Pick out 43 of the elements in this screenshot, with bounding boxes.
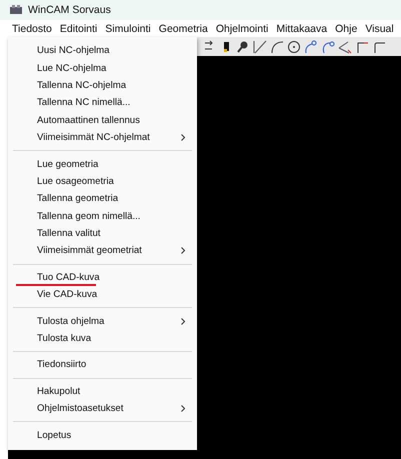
corner-icon[interactable] [355, 40, 369, 54]
chevron-icon [181, 247, 185, 254]
menu-entry[interactable]: Tiedonsiirto [8, 356, 197, 374]
menu-entry[interactable]: Viimeisimmät geometriat [8, 242, 197, 260]
angle-icon[interactable] [338, 40, 352, 54]
menu-entry[interactable]: Lue geometria [8, 155, 197, 173]
menu-entry[interactable]: Tuo CAD-kuva [8, 268, 197, 286]
menu-entry[interactable]: Lue osageometria [8, 172, 197, 190]
chevron-icon [181, 405, 185, 412]
menu-entry[interactable]: Uusi NC-ohjelma [8, 42, 197, 60]
menu-entry[interactable]: Viimeisimmät NC-ohjelmat [8, 128, 197, 146]
menu-item[interactable]: Geometria [154, 22, 212, 34]
circle-icon[interactable] [287, 40, 301, 54]
menu-entry[interactable]: Ohjelmistoasetukset [8, 400, 197, 418]
menu-entry[interactable]: Tallenna geom nimellä... [8, 208, 197, 225]
corner-icon[interactable] [372, 40, 386, 54]
menu-entry[interactable]: Hakupolut [8, 382, 197, 400]
chevron-icon [181, 318, 185, 325]
menu-item[interactable]: Tiedosto [8, 22, 56, 34]
menu-entry[interactable]: Tulosta ohjelma [8, 312, 197, 330]
menu-item[interactable]: Ohje [331, 22, 362, 34]
key-icon[interactable] [236, 40, 250, 54]
menu-entry[interactable]: Tallenna NC-ohjelma [8, 76, 197, 94]
menu-entry[interactable]: Tallenna geometria [8, 190, 197, 208]
window-title: WinCAM Sorvaus [28, 4, 111, 16]
menu-entry[interactable]: Automaattinen tallennus [8, 112, 197, 129]
line-icon[interactable] [253, 40, 267, 54]
menu-entry[interactable]: Lopetus [8, 426, 197, 444]
menu-entry[interactable]: Lue NC-ohjelma [8, 59, 197, 77]
menu-entry[interactable]: Tallenna NC nimellä... [8, 94, 197, 112]
menu-item[interactable]: Simulointi [101, 22, 155, 34]
menu-entry[interactable]: Tulosta kuva [8, 330, 197, 348]
menu-item[interactable]: Editointi [56, 22, 102, 34]
menu-item[interactable]: Mittakaava [272, 22, 332, 34]
app-icon [10, 5, 22, 15]
arc-icon[interactable] [321, 40, 335, 54]
menu-item[interactable]: Ohjelmointi [212, 22, 272, 34]
chevron-icon [181, 134, 185, 142]
arc-icon[interactable] [304, 40, 318, 54]
menu-entry[interactable]: Tallenna valitut [8, 224, 197, 242]
menu-entry[interactable]: Vie CAD-kuva [8, 286, 197, 304]
arc-icon[interactable] [270, 40, 284, 54]
menu-item[interactable]: Visual [361, 22, 398, 34]
